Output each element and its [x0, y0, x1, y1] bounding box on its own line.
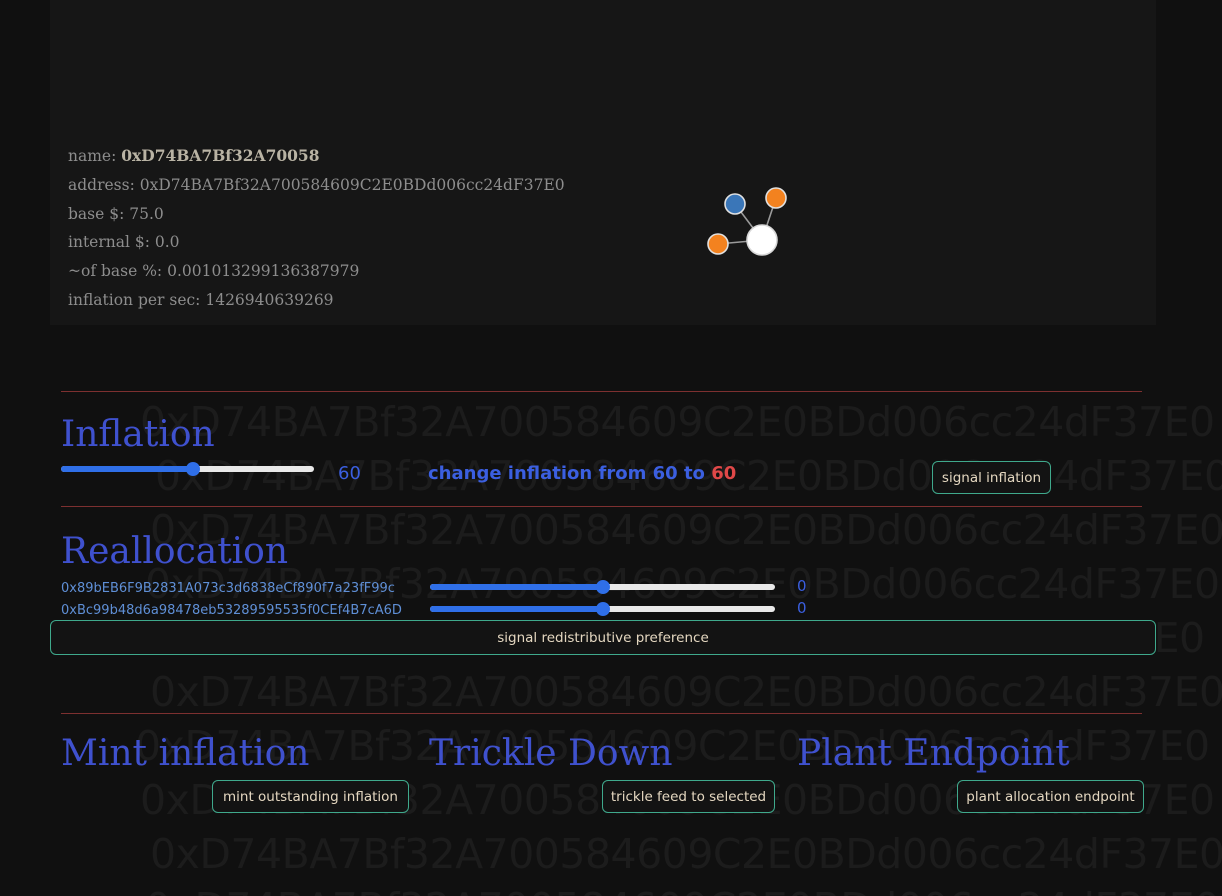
inflation-section-title: Inflation — [61, 414, 215, 455]
inflation-slider-thumb[interactable] — [185, 462, 200, 476]
action-button[interactable]: plant allocation endpoint — [957, 780, 1144, 813]
inflation-slider[interactable] — [61, 461, 314, 477]
action-section-title: Plant Endpoint — [797, 733, 1070, 774]
action-section-title: Mint inflation — [61, 733, 310, 774]
reallocation-slider-fill — [430, 606, 603, 612]
inflation-change-from: 60 — [652, 463, 678, 484]
inflation-change-to: 60 — [711, 463, 737, 484]
inflation-slider-fill — [61, 466, 193, 472]
reallocation-section-title: Reallocation — [61, 531, 289, 572]
reallocation-slider-thumb[interactable] — [595, 580, 610, 594]
action-button[interactable]: trickle feed to selected — [602, 780, 775, 813]
divider-inflation-bottom — [61, 506, 1142, 507]
signal-redistributive-preference-button[interactable]: signal redistributive preference — [50, 620, 1156, 655]
main-content: Inflation 60 change inflation from 60 to… — [0, 0, 1222, 896]
signal-inflation-button[interactable]: signal inflation — [932, 461, 1051, 494]
reallocation-slider[interactable] — [430, 601, 775, 617]
inflation-change-prefix: change inflation from — [428, 463, 653, 484]
divider-actions-top — [61, 713, 1142, 714]
reallocation-slider-value: 0 — [797, 599, 807, 617]
reallocation-slider-thumb[interactable] — [595, 602, 610, 616]
reallocation-address: 0x89bEB6F9B2831A073c3d6838eCf890f7a23fF9… — [61, 581, 395, 596]
inflation-slider-value: 60 — [338, 463, 361, 484]
inflation-change-text: change inflation from 60 to 60 — [428, 463, 736, 484]
action-button[interactable]: mint outstanding inflation — [212, 780, 409, 813]
reallocation-slider[interactable] — [430, 579, 775, 595]
reallocation-slider-fill — [430, 584, 603, 590]
inflation-change-mid: to — [677, 463, 712, 484]
action-section-title: Trickle Down — [429, 733, 673, 774]
reallocation-slider-value: 0 — [797, 577, 807, 595]
reallocation-address: 0xBc99b48d6a98478eb53289595535f0CEf4B7cA… — [61, 603, 402, 618]
divider-top — [61, 391, 1142, 392]
